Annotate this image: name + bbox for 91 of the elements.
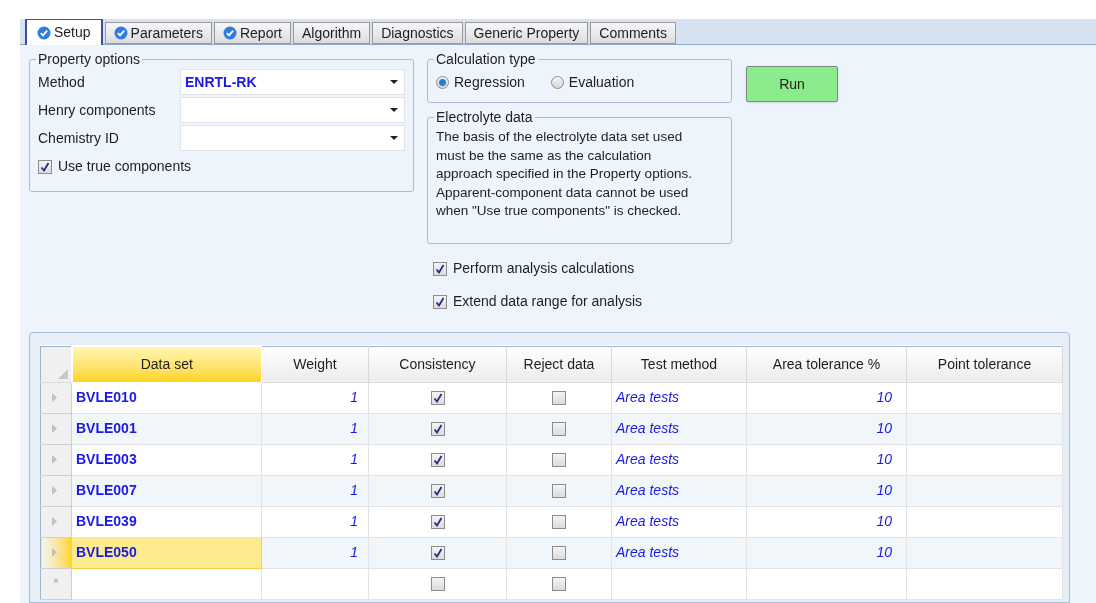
table-cell: 10: [746, 382, 907, 413]
row-arrow-icon: [52, 393, 57, 402]
row-header[interactable]: [40, 537, 72, 568]
checkbox-label: Use true components: [58, 157, 192, 176]
table-cell: BVLE050: [71, 537, 262, 568]
radio-label: Evaluation: [568, 73, 635, 92]
table-cell: 10: [746, 413, 907, 444]
run-button[interactable]: Run: [746, 66, 838, 102]
checkbox[interactable]: [552, 577, 566, 592]
checkbox[interactable]: [552, 422, 566, 437]
checkbox[interactable]: [552, 453, 566, 468]
table-cell: Area tests: [611, 506, 747, 537]
checkbox[interactable]: [430, 453, 445, 468]
tab[interactable]: Setup: [25, 19, 103, 45]
new-row-marker: *: [40, 568, 72, 599]
checkbox[interactable]: [552, 546, 566, 561]
table-cell: 10: [746, 475, 907, 506]
checkbox[interactable]: [430, 422, 445, 437]
column-header[interactable]: Area tolerance %: [746, 346, 907, 382]
field-label: Henry components: [38, 100, 157, 120]
group-title: Property options: [37, 50, 141, 69]
table-cell: BVLE003: [71, 444, 262, 475]
table-cell: Area tests: [611, 537, 747, 568]
table-cell: 10: [746, 537, 907, 568]
checkbox[interactable]: [552, 515, 566, 530]
table-cell: Area tests: [611, 444, 747, 475]
electrolyte-note: The basis of the electrolyte data set used must be the same as the calculation approach specified in the Property options. Apparent-component data cannot be used when "Use true components" is checked.: [436, 128, 693, 220]
check-circle-icon: [37, 25, 51, 40]
table-cell: 1: [261, 506, 369, 537]
checkbox[interactable]: [433, 294, 447, 309]
checkbox-label: Perform analysis calculations: [453, 259, 635, 278]
row-header[interactable]: [40, 475, 72, 506]
checkbox[interactable]: [38, 159, 52, 174]
checkbox[interactable]: [430, 484, 445, 499]
table-cell: 1: [261, 382, 369, 413]
check-circle-icon: [113, 26, 128, 40]
table-cell: 10: [746, 444, 907, 475]
table-cell: Area tests: [611, 475, 747, 506]
table-cell: 1: [261, 444, 369, 475]
field-label: Chemistry ID: [38, 128, 120, 148]
radio-label: Regression: [454, 73, 525, 92]
radio-button[interactable]: [436, 76, 449, 89]
checkbox[interactable]: [430, 546, 445, 561]
tab[interactable]: Comments: [590, 22, 676, 44]
table-cell: 1: [261, 537, 369, 568]
table-cell: BVLE010: [71, 382, 262, 413]
column-header[interactable]: Weight: [261, 346, 369, 382]
checkbox[interactable]: [430, 577, 445, 592]
table-cell: BVLE007: [71, 475, 262, 506]
dropdown-arrow-icon: [390, 136, 398, 140]
row-header[interactable]: [40, 506, 72, 537]
tab[interactable]: Diagnostics: [372, 22, 463, 44]
group-title: Calculation type: [435, 50, 537, 69]
table-cell: Area tests: [611, 413, 747, 444]
table-cell: 1: [261, 413, 369, 444]
column-header[interactable]: Test method: [611, 346, 747, 382]
row-arrow-icon: [52, 548, 57, 557]
corner-triangle-icon: [57, 368, 68, 379]
tab[interactable]: Algorithm: [293, 22, 371, 44]
checkbox[interactable]: [552, 391, 566, 406]
table-cell: BVLE001: [71, 413, 262, 444]
column-header[interactable]: Point tolerance: [906, 346, 1063, 382]
table-cell: Area tests: [611, 382, 747, 413]
row-arrow-icon: [52, 486, 57, 495]
column-header[interactable]: Data set: [71, 346, 262, 382]
checkbox[interactable]: [430, 391, 445, 406]
dropdown-arrow-icon: [390, 80, 398, 84]
row-arrow-icon: [52, 424, 57, 433]
row-arrow-icon: [52, 455, 57, 464]
column-header[interactable]: Reject data: [506, 346, 612, 382]
group-title: Electrolyte data: [435, 108, 534, 127]
column-header[interactable]: Consistency: [368, 346, 507, 382]
checkbox[interactable]: [552, 484, 566, 499]
dropdown[interactable]: ENRTL-RK: [180, 69, 405, 95]
radio-button[interactable]: [550, 76, 564, 89]
row-header[interactable]: [40, 382, 72, 413]
table-cell: 1: [261, 475, 369, 506]
row-header[interactable]: [40, 444, 72, 475]
row-arrow-icon: [52, 517, 57, 526]
check-circle-icon: [222, 26, 237, 40]
tab[interactable]: Generic Property: [464, 22, 589, 44]
dropdown-arrow-icon: [390, 108, 398, 112]
table-cell: 10: [746, 506, 907, 537]
tab[interactable]: Report: [213, 22, 291, 44]
checkbox[interactable]: [433, 261, 447, 276]
row-header[interactable]: [40, 413, 72, 444]
checkbox-label: Extend data range for analysis: [453, 292, 643, 311]
table-cell: BVLE039: [71, 506, 262, 537]
checkbox[interactable]: [430, 515, 445, 530]
tab[interactable]: Parameters: [104, 22, 212, 44]
field-label: Method: [38, 72, 86, 92]
